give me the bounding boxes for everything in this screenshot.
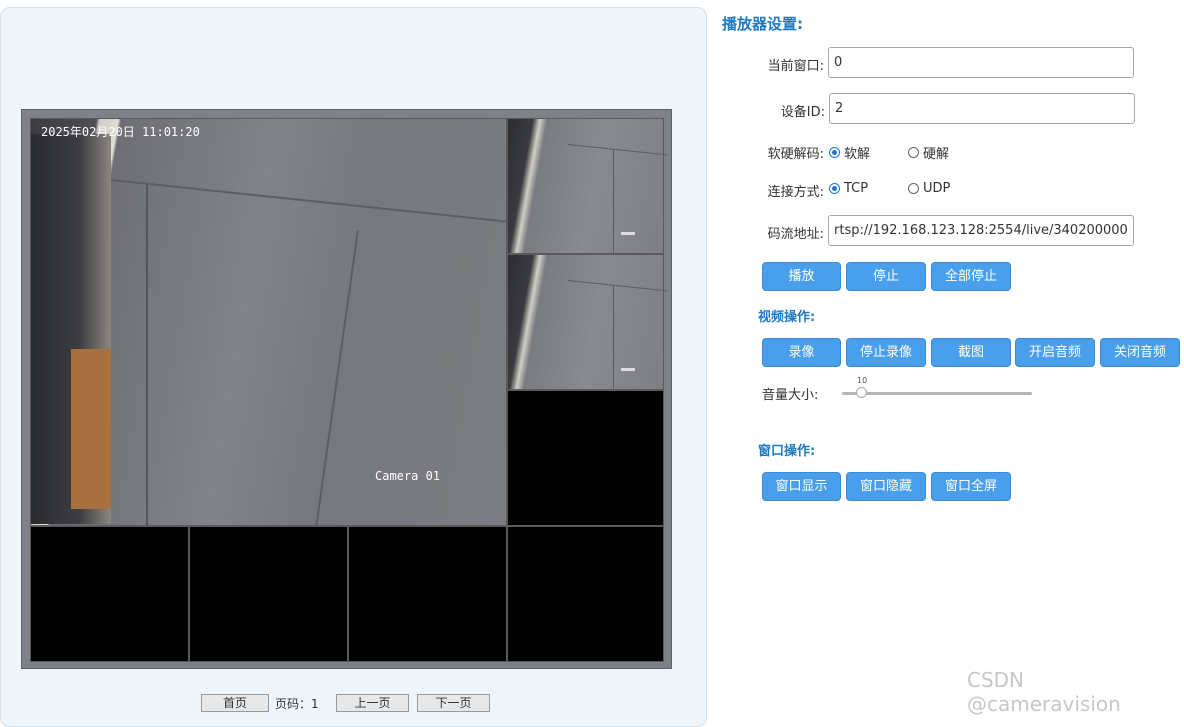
connect-udp-radio[interactable]: UDP (908, 181, 950, 196)
snapshot-button[interactable]: 截图 (931, 338, 1011, 367)
video-window-0[interactable]: 2025年02月20日 11:01:20 Camera 01 (30, 118, 507, 526)
video-window-2[interactable] (507, 254, 668, 395)
current-window-label: 当前窗口: (767, 59, 824, 74)
settings-panel: 播放器设置: 当前窗口: 设备ID: 软硬解码: 软解 硬解 连接方式: TCP… (720, 0, 1184, 701)
volume-slider-track[interactable] (842, 392, 1032, 395)
osd-camera-label: Camera 01 (375, 469, 441, 483)
audio-on-button[interactable]: 开启音频 (1015, 338, 1095, 367)
page-info: 页码：1 (275, 697, 319, 711)
video-window-3[interactable] (507, 390, 664, 526)
first-page-button[interactable]: 首页 (201, 694, 269, 712)
device-id-label: 设备ID: (780, 105, 825, 120)
window-ops-title: 窗口操作: (758, 444, 816, 459)
video-wall: 2025年02月20日 11:01:20 Camera 01 (21, 109, 672, 669)
video-window-5[interactable] (189, 526, 348, 662)
player-panel: 2025年02月20日 11:01:20 Camera 01 (0, 7, 707, 727)
stop-record-button[interactable]: 停止录像 (846, 338, 926, 367)
video-grid: 2025年02月20日 11:01:20 Camera 01 (30, 118, 668, 662)
radio-unchecked-icon (908, 147, 919, 158)
window-hide-button[interactable]: 窗口隐藏 (846, 472, 926, 501)
connect-tcp-radio[interactable]: TCP (829, 181, 868, 196)
player-settings-title: 播放器设置: (722, 15, 803, 33)
radio-unchecked-icon (908, 183, 919, 194)
current-window-input[interactable] (828, 47, 1134, 78)
stream-url-label: 码流地址: (767, 227, 824, 242)
decode-hard-radio[interactable]: 硬解 (908, 143, 949, 162)
osd-timestamp: 2025年02月20日 11:01:20 (41, 125, 200, 139)
watermark: CSDN @cameravision (967, 668, 1121, 716)
volume-label: 音量大小: (762, 388, 819, 403)
decode-label: 软硬解码: (767, 147, 824, 162)
device-id-input[interactable] (829, 93, 1135, 124)
stop-all-button[interactable]: 全部停止 (931, 262, 1011, 291)
volume-slider-thumb[interactable] (856, 387, 867, 398)
radio-checked-icon (829, 183, 840, 194)
video-window-6[interactable] (348, 526, 507, 662)
stop-button[interactable]: 停止 (846, 262, 926, 291)
next-page-button[interactable]: 下一页 (417, 694, 490, 712)
record-button[interactable]: 录像 (762, 338, 841, 367)
prev-page-button[interactable]: 上一页 (336, 694, 409, 712)
radio-checked-icon (829, 147, 840, 158)
connect-label: 连接方式: (767, 185, 824, 200)
window-show-button[interactable]: 窗口显示 (762, 472, 841, 501)
video-window-7[interactable] (507, 526, 664, 662)
stream-url-input[interactable] (828, 215, 1134, 246)
play-button[interactable]: 播放 (762, 262, 841, 291)
video-ops-title: 视频操作: (758, 310, 816, 325)
decode-soft-radio[interactable]: 软解 (829, 143, 870, 162)
window-fullscreen-button[interactable]: 窗口全屏 (931, 472, 1011, 501)
volume-value: 10 (857, 376, 868, 385)
video-window-4[interactable] (30, 526, 189, 662)
video-window-1[interactable] (507, 118, 668, 259)
audio-off-button[interactable]: 关闭音频 (1100, 338, 1180, 367)
